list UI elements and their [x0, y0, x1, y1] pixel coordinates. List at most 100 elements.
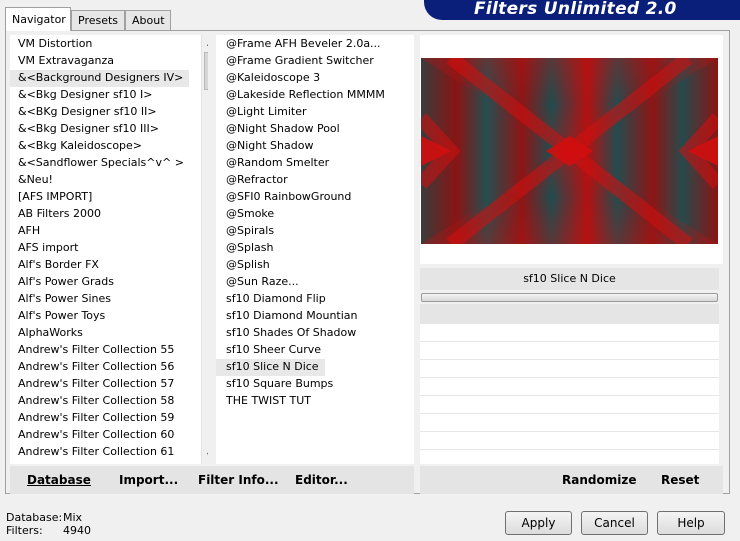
- filter-item[interactable]: @Night Shadow Pool: [216, 121, 414, 138]
- category-item[interactable]: Alf's Power Grads: [10, 274, 208, 291]
- param-divider: [420, 395, 719, 396]
- filter-item-label: @SFI0 RainbowGround: [226, 190, 352, 203]
- filter-item-label: @Light Limiter: [226, 105, 307, 118]
- param-divider: [420, 449, 719, 450]
- parameter-slider[interactable]: [421, 293, 718, 302]
- filter-item[interactable]: @Frame AFH Beveler 2.0a...: [216, 36, 414, 53]
- tab-presets[interactable]: Presets: [71, 10, 125, 30]
- category-item-label: &<Bkg Designer sf10 III>: [18, 122, 160, 135]
- preview-image: [421, 58, 718, 244]
- selected-filter-name: sf10 Slice N Dice: [523, 272, 616, 285]
- category-item[interactable]: Andrew's Filter Collection 62: [10, 461, 208, 464]
- filter-item[interactable]: @Spirals: [216, 223, 414, 240]
- category-item-label: Alf's Border FX: [18, 258, 99, 271]
- filter-item[interactable]: sf10 Slice N Dice: [216, 359, 414, 376]
- filter-item[interactable]: sf10 Sheer Curve: [216, 342, 414, 359]
- category-item[interactable]: AFS import: [10, 240, 208, 257]
- category-item[interactable]: Alf's Power Sines: [10, 291, 208, 308]
- filter-item[interactable]: @Night Shadow: [216, 138, 414, 155]
- filter-item[interactable]: @Light Limiter: [216, 104, 414, 121]
- category-item[interactable]: &<Bkg Kaleidoscope>: [10, 138, 208, 155]
- category-item[interactable]: AB Filters 2000: [10, 206, 208, 223]
- filter-item[interactable]: @Splash: [216, 240, 414, 257]
- category-item[interactable]: AlphaWorks: [10, 325, 208, 342]
- editor-button[interactable]: Editor...: [295, 473, 348, 487]
- filter-list[interactable]: @Frame AFH Beveler 2.0a... @Frame Gradien…: [216, 35, 414, 464]
- scroll-down-icon[interactable]: ▼: [202, 448, 208, 464]
- database-button[interactable]: Database: [27, 473, 91, 487]
- apply-button[interactable]: Apply: [505, 511, 572, 535]
- category-item[interactable]: &<Sandflower Specials^v^ >: [10, 155, 208, 172]
- filter-item[interactable]: sf10 Shades Of Shadow: [216, 325, 414, 342]
- filter-item-label: sf10 Sheer Curve: [226, 343, 322, 356]
- category-item[interactable]: VM Distortion: [10, 36, 208, 53]
- filter-item[interactable]: @Sun Raze...: [216, 274, 414, 291]
- import-button[interactable]: Import...: [119, 473, 178, 487]
- filter-item-label: @Lakeside Reflection MMMM: [226, 88, 385, 101]
- filter-item-label: sf10 Square Bumps: [226, 377, 334, 390]
- category-item[interactable]: Alf's Power Toys: [10, 308, 208, 325]
- parameter-list: [420, 324, 719, 464]
- category-item-label: &<Sandflower Specials^v^ >: [18, 156, 184, 169]
- cancel-button[interactable]: Cancel: [581, 511, 648, 535]
- banner-title: Filters Unlimited 2.0: [474, 0, 677, 19]
- filter-items: @Frame AFH Beveler 2.0a... @Frame Gradien…: [216, 36, 414, 410]
- category-item-label: Andrew's Filter Collection 57: [18, 377, 175, 390]
- category-item-label: Andrew's Filter Collection 58: [18, 394, 175, 407]
- category-scrollbar[interactable]: ▲ ≡ ▼: [201, 35, 208, 464]
- reset-button[interactable]: Reset: [661, 473, 699, 487]
- category-item-label: &Neu!: [18, 173, 53, 186]
- filter-item[interactable]: @Smoke: [216, 206, 414, 223]
- category-item[interactable]: Andrew's Filter Collection 59: [10, 410, 208, 427]
- scroll-thumb[interactable]: ≡: [204, 52, 208, 90]
- category-item[interactable]: &Neu!: [10, 172, 208, 189]
- filter-item[interactable]: sf10 Diamond Mountian: [216, 308, 414, 325]
- category-item[interactable]: VM Extravaganza: [10, 53, 208, 70]
- category-list[interactable]: VM Distortion VM Extravaganza &<Backgroun…: [10, 35, 208, 464]
- filter-item[interactable]: sf10 Diamond Flip: [216, 291, 414, 308]
- param-divider: [420, 377, 719, 378]
- category-item[interactable]: Andrew's Filter Collection 55: [10, 342, 208, 359]
- help-button[interactable]: Help: [657, 511, 725, 535]
- filter-item[interactable]: @Random Smelter: [216, 155, 414, 172]
- filter-item[interactable]: @Splish: [216, 257, 414, 274]
- tab-navigator[interactable]: Navigator: [5, 7, 71, 31]
- category-item[interactable]: Andrew's Filter Collection 58: [10, 393, 208, 410]
- database-label: Database: [27, 473, 91, 487]
- category-item[interactable]: Andrew's Filter Collection 61: [10, 444, 208, 461]
- category-item[interactable]: &<BKg Designer sf10 II>: [10, 104, 208, 121]
- filter-item[interactable]: sf10 Square Bumps: [216, 376, 414, 393]
- category-item-label: &<Bkg Designer sf10 I>: [18, 88, 153, 101]
- category-item[interactable]: &<Bkg Designer sf10 III>: [10, 121, 208, 138]
- filter-item-label: @Sun Raze...: [226, 275, 299, 288]
- filter-item[interactable]: @Frame Gradient Switcher: [216, 53, 414, 70]
- category-item[interactable]: AFH: [10, 223, 208, 240]
- filter-item-label: sf10 Diamond Flip: [226, 292, 326, 305]
- filter-item[interactable]: @SFI0 RainbowGround: [216, 189, 414, 206]
- filter-item-label: sf10 Shades Of Shadow: [226, 326, 357, 339]
- category-items: VM Distortion VM Extravaganza &<Backgroun…: [10, 36, 208, 464]
- tab-about[interactable]: About: [125, 10, 171, 30]
- category-item[interactable]: Andrew's Filter Collection 60: [10, 427, 208, 444]
- category-item-label: AFH: [18, 224, 41, 237]
- category-item[interactable]: Andrew's Filter Collection 57: [10, 376, 208, 393]
- category-item-label: [AFS IMPORT]: [18, 190, 93, 203]
- filter-item-label: THE TWIST TUT: [226, 394, 311, 407]
- param-divider: [420, 359, 719, 360]
- category-item[interactable]: &<Bkg Designer sf10 I>: [10, 87, 208, 104]
- category-item[interactable]: [AFS IMPORT]: [10, 189, 208, 206]
- category-item[interactable]: &<Background Designers IV>: [10, 70, 208, 87]
- filter-item[interactable]: @Refractor: [216, 172, 414, 189]
- filters-count-value: 4940: [63, 524, 91, 537]
- category-item-label: Andrew's Filter Collection 60: [18, 428, 175, 441]
- category-item[interactable]: Alf's Border FX: [10, 257, 208, 274]
- preview-toolbar: Randomize Reset: [420, 466, 723, 494]
- filter-info-button[interactable]: Filter Info...: [198, 473, 279, 487]
- scroll-up-icon[interactable]: ▲: [202, 35, 208, 51]
- randomize-button[interactable]: Randomize: [562, 473, 636, 487]
- filter-item[interactable]: @Kaleidoscope 3: [216, 70, 414, 87]
- filter-item[interactable]: @Lakeside Reflection MMMM: [216, 87, 414, 104]
- category-item[interactable]: Andrew's Filter Collection 56: [10, 359, 208, 376]
- parameter-header: [420, 304, 719, 324]
- filter-item[interactable]: THE TWIST TUT: [216, 393, 414, 410]
